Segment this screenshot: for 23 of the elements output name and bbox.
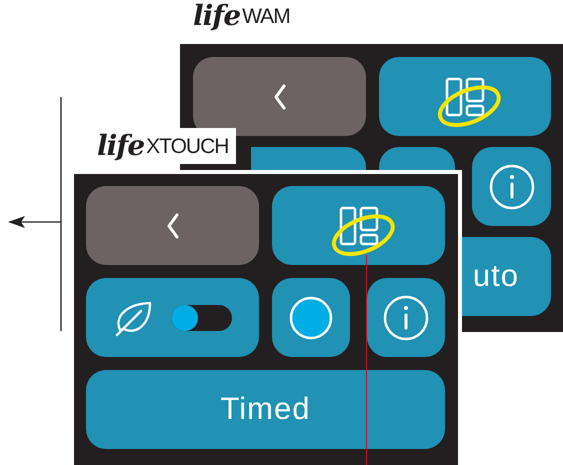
chevron-left-icon xyxy=(272,84,286,110)
screen-button[interactable] xyxy=(379,147,455,170)
toggle-switch[interactable] xyxy=(172,304,232,330)
info-button[interactable] xyxy=(472,147,551,226)
model-name: WAM xyxy=(242,6,290,27)
layout-button[interactable] xyxy=(379,57,551,136)
eco-button[interactable] xyxy=(86,278,259,357)
layout-icon xyxy=(338,206,378,246)
chevron-left-icon xyxy=(166,212,180,238)
info-icon xyxy=(383,294,429,340)
info-icon xyxy=(488,164,534,210)
color-button[interactable] xyxy=(272,278,350,357)
brand-logo: life xyxy=(97,132,144,160)
back-button[interactable] xyxy=(193,57,366,136)
mode-button[interactable]: uto xyxy=(462,237,551,316)
model-name: XTOUCH xyxy=(146,136,228,157)
info-button[interactable] xyxy=(367,278,445,357)
layout-icon xyxy=(445,76,485,116)
layout-button[interactable] xyxy=(272,186,445,265)
screen-button[interactable] xyxy=(251,147,366,170)
circle-icon xyxy=(288,294,334,340)
brand-logo: life xyxy=(193,2,240,30)
mode-button[interactable]: Timed xyxy=(86,370,445,449)
